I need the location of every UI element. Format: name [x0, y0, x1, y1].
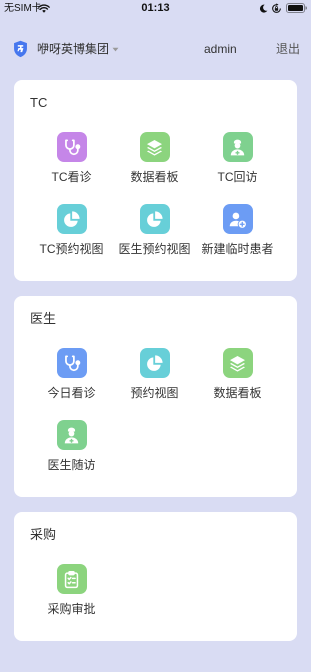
menu-item-tc-appointment-view[interactable]: TC预约视图: [30, 204, 113, 256]
orientation-lock-icon: [271, 3, 282, 14]
menu-item-new-temp-patient[interactable]: 新建临时患者: [196, 204, 279, 256]
stethoscope-icon: [56, 132, 87, 162]
section-title: 医生: [30, 311, 57, 326]
layers-icon: [139, 132, 170, 162]
menu-item-label: 预约视图: [130, 386, 179, 400]
menu-item-purchase-approval[interactable]: 采购审批: [30, 564, 113, 616]
chevron-down-icon: [112, 47, 119, 52]
menu-item-label: 新建临时患者: [201, 242, 274, 256]
section-card-doctor: 医生 今日看诊 预约视图 数据看板 医生随访: [14, 296, 297, 497]
menu-item-label: 数据看板: [130, 170, 179, 184]
section-title: 采购: [30, 527, 57, 542]
username: admin: [204, 42, 237, 56]
menu-item-label: 数据看板: [213, 386, 262, 400]
menu-item-label: 医生预约视图: [118, 242, 191, 256]
pie-chart-icon: [139, 204, 170, 234]
menu-item-tc-consultation[interactable]: TC看诊: [30, 132, 113, 184]
menu-item-label: TC回访: [217, 170, 258, 184]
shield-logo-icon: [13, 40, 28, 58]
menu-item-label: 采购审批: [47, 602, 96, 616]
menu-item-doctor-appointment-view[interactable]: 医生预约视图: [113, 204, 196, 256]
moon-icon: [259, 4, 268, 13]
menu-grid: 采购审批: [30, 564, 281, 616]
menu-item-appointment-view[interactable]: 预约视图: [113, 348, 196, 400]
doctor-icon: [56, 420, 87, 450]
menu-item-doctor-dashboard[interactable]: 数据看板: [196, 348, 279, 400]
stethoscope-icon: [56, 348, 87, 378]
section-title: TC: [30, 95, 48, 110]
menu-item-label: 医生随访: [47, 458, 96, 472]
menu-item-tc-follow-up[interactable]: TC回访: [196, 132, 279, 184]
menu-item-label: TC看诊: [51, 170, 92, 184]
pie-chart-icon: [139, 348, 170, 378]
doctor-icon: [222, 132, 253, 162]
menu-item-label: TC预约视图: [39, 242, 104, 256]
menu-item-doctor-follow-up[interactable]: 医生随访: [30, 420, 113, 472]
logout-button[interactable]: 退出: [276, 42, 300, 56]
menu-grid: 今日看诊 预约视图 数据看板 医生随访: [30, 348, 281, 472]
user-add-icon: [222, 204, 253, 234]
menu-grid: TC看诊 数据看板 TC回访 TC预约视图 医生预约视图 新建临时患者: [30, 132, 281, 256]
menu-item-tc-dashboard[interactable]: 数据看板: [113, 132, 196, 184]
org-name: 咿呀英博集团: [37, 42, 110, 56]
battery-icon: [286, 3, 307, 13]
section-card-purchase: 采购 采购审批: [14, 512, 297, 641]
pie-chart-icon: [56, 204, 87, 234]
app-screen: 无SIM卡 01:13 咿呀英博集团 admin 退出 TC TC看诊 数据看板…: [0, 0, 311, 672]
menu-item-label: 今日看诊: [47, 386, 96, 400]
menu-item-today-consultation[interactable]: 今日看诊: [30, 348, 113, 400]
clipboard-check-icon: [56, 564, 87, 594]
org-selector[interactable]: 咿呀英博集团: [13, 40, 119, 58]
section-card-tc: TC TC看诊 数据看板 TC回访 TC预约视图 医生预约视图 新建临时患者: [14, 80, 297, 281]
layers-icon: [222, 348, 253, 378]
